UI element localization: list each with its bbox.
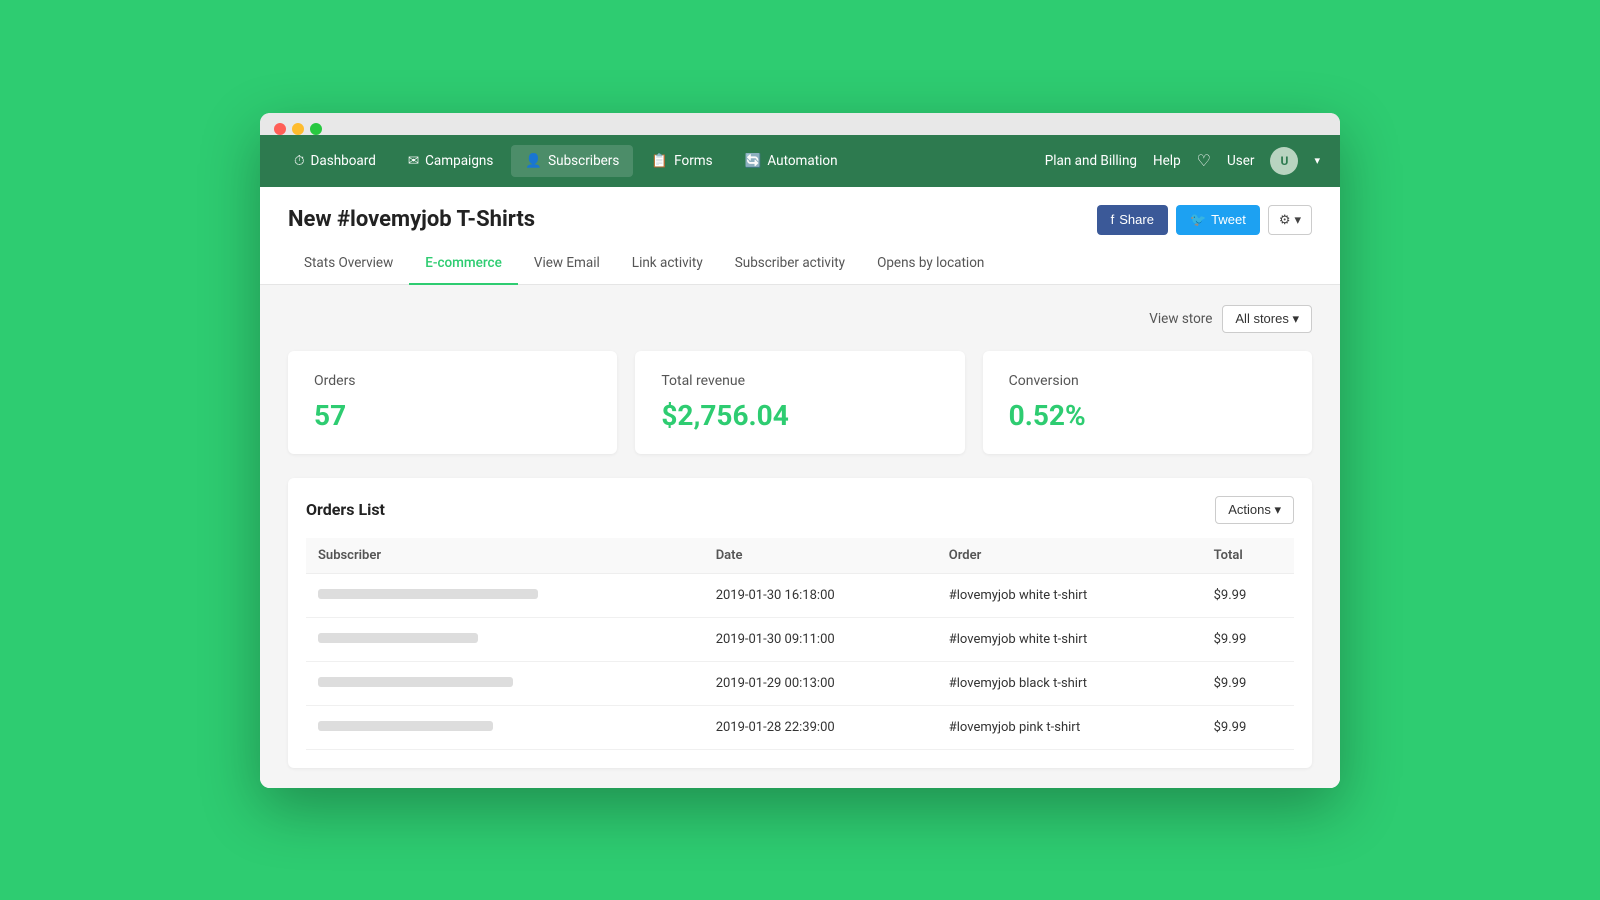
date-cell: 2019-01-29 00:13:00: [704, 661, 937, 705]
total-cell: $9.99: [1202, 705, 1294, 749]
nav-bar: ⏱ Dashboard ✉ Campaigns 👤 Subscribers 📋 …: [260, 135, 1340, 187]
total-cell: $9.99: [1202, 661, 1294, 705]
order-cell: #lovemyjob black t-shirt: [937, 661, 1202, 705]
view-store-label: View store: [1149, 311, 1212, 327]
stats-row: Orders 57 Total revenue $2,756.04 Conver…: [288, 351, 1312, 454]
date-cell: 2019-01-30 16:18:00: [704, 573, 937, 617]
actions-button[interactable]: Actions ▾: [1215, 496, 1294, 524]
twitter-icon: 🐦: [1190, 212, 1206, 228]
stat-card-conversion: Conversion 0.52%: [983, 351, 1312, 454]
tab-link-activity[interactable]: Link activity: [616, 243, 719, 285]
subscribers-icon: 👤: [525, 153, 542, 169]
conversion-value: 0.52%: [1009, 399, 1286, 432]
tab-e-commerce[interactable]: E-commerce: [409, 243, 518, 285]
nav-item-dashboard[interactable]: ⏱ Dashboard: [280, 145, 390, 177]
settings-dropdown-arrow: ▾: [1294, 212, 1301, 228]
header-actions: f Share 🐦 Tweet ⚙ ▾: [1097, 205, 1312, 235]
page-title: New #lovemyjob T-Shirts: [288, 207, 535, 232]
user-label: User: [1227, 153, 1254, 169]
nav-item-automation[interactable]: 🔄 Automation: [731, 145, 852, 177]
tab-subscriber-activity[interactable]: Subscriber activity: [719, 243, 861, 285]
traffic-light-yellow[interactable]: [292, 123, 304, 135]
tab-opens-by-location[interactable]: Opens by location: [861, 243, 1000, 285]
subscriber-cell: [306, 661, 704, 705]
nav-label-forms: Forms: [674, 153, 712, 169]
campaigns-icon: ✉: [408, 153, 419, 169]
col-total: Total: [1202, 538, 1294, 574]
col-subscriber: Subscriber: [306, 538, 704, 574]
orders-section: Orders List Actions ▾ Subscriber Date Or…: [288, 478, 1312, 768]
total-cell: $9.99: [1202, 573, 1294, 617]
view-store-row: View store All stores ▾: [288, 305, 1312, 333]
order-cell: #lovemyjob pink t-shirt: [937, 705, 1202, 749]
table-row: 2019-01-30 16:18:00#lovemyjob white t-sh…: [306, 573, 1294, 617]
traffic-light-red[interactable]: [274, 123, 286, 135]
browser-window: ⏱ Dashboard ✉ Campaigns 👤 Subscribers 📋 …: [260, 113, 1340, 788]
tweet-button[interactable]: 🐦 Tweet: [1176, 205, 1260, 235]
subscriber-cell: [306, 705, 704, 749]
nav-right: Plan and Billing Help ♡ User U ▾: [1045, 147, 1320, 175]
table-row: 2019-01-29 00:13:00#lovemyjob black t-sh…: [306, 661, 1294, 705]
gear-icon: ⚙: [1279, 212, 1291, 228]
main-content: New #lovemyjob T-Shirts f Share 🐦 Tweet …: [260, 187, 1340, 788]
all-stores-button[interactable]: All stores ▾: [1222, 305, 1312, 333]
orders-header: Orders List Actions ▾: [306, 496, 1294, 524]
tab-view-email[interactable]: View Email: [518, 243, 616, 285]
nav-label-subscribers: Subscribers: [548, 153, 619, 169]
share-button[interactable]: f Share: [1097, 205, 1168, 235]
tab-stats-overview[interactable]: Stats Overview: [288, 243, 409, 285]
forms-icon: 📋: [651, 153, 668, 169]
table-row: 2019-01-28 22:39:00#lovemyjob pink t-shi…: [306, 705, 1294, 749]
orders-table: Subscriber Date Order Total 2019-01-30 1…: [306, 538, 1294, 750]
order-cell: #lovemyjob white t-shirt: [937, 617, 1202, 661]
subscriber-cell: [306, 573, 704, 617]
page-header: New #lovemyjob T-Shirts f Share 🐦 Tweet …: [260, 187, 1340, 235]
settings-button[interactable]: ⚙ ▾: [1268, 205, 1312, 235]
col-date: Date: [704, 538, 937, 574]
table-header-row: Subscriber Date Order Total: [306, 538, 1294, 574]
table-head: Subscriber Date Order Total: [306, 538, 1294, 574]
stat-card-revenue: Total revenue $2,756.04: [635, 351, 964, 454]
nav-item-subscribers[interactable]: 👤 Subscribers: [511, 145, 633, 177]
tabs: Stats Overview E-commerce View Email Lin…: [260, 243, 1340, 285]
nav-left: ⏱ Dashboard ✉ Campaigns 👤 Subscribers 📋 …: [280, 145, 1045, 177]
nav-label-campaigns: Campaigns: [425, 153, 493, 169]
facebook-icon: f: [1111, 212, 1115, 227]
order-cell: #lovemyjob white t-shirt: [937, 573, 1202, 617]
help-link[interactable]: Help: [1153, 153, 1181, 169]
conversion-label: Conversion: [1009, 373, 1286, 389]
stat-card-orders: Orders 57: [288, 351, 617, 454]
user-avatar[interactable]: U: [1270, 147, 1298, 175]
heart-icon[interactable]: ♡: [1197, 151, 1211, 170]
traffic-light-green[interactable]: [310, 123, 322, 135]
table-row: 2019-01-30 09:11:00#lovemyjob white t-sh…: [306, 617, 1294, 661]
nav-label-automation: Automation: [767, 153, 837, 169]
revenue-label: Total revenue: [661, 373, 938, 389]
nav-label-dashboard: Dashboard: [311, 153, 376, 169]
orders-list-title: Orders List: [306, 500, 385, 519]
plan-billing-link[interactable]: Plan and Billing: [1045, 153, 1137, 169]
total-cell: $9.99: [1202, 617, 1294, 661]
subscriber-cell: [306, 617, 704, 661]
nav-item-forms[interactable]: 📋 Forms: [637, 145, 726, 177]
col-order: Order: [937, 538, 1202, 574]
orders-label: Orders: [314, 373, 591, 389]
content-area: View store All stores ▾ Orders 57 Total …: [260, 285, 1340, 788]
revenue-value: $2,756.04: [661, 399, 938, 432]
orders-value: 57: [314, 399, 591, 432]
user-dropdown-arrow[interactable]: ▾: [1314, 154, 1320, 167]
date-cell: 2019-01-30 09:11:00: [704, 617, 937, 661]
date-cell: 2019-01-28 22:39:00: [704, 705, 937, 749]
browser-chrome: [260, 113, 1340, 135]
table-body: 2019-01-30 16:18:00#lovemyjob white t-sh…: [306, 573, 1294, 749]
dashboard-icon: ⏱: [294, 153, 305, 169]
automation-icon: 🔄: [745, 153, 762, 169]
nav-item-campaigns[interactable]: ✉ Campaigns: [394, 145, 508, 177]
